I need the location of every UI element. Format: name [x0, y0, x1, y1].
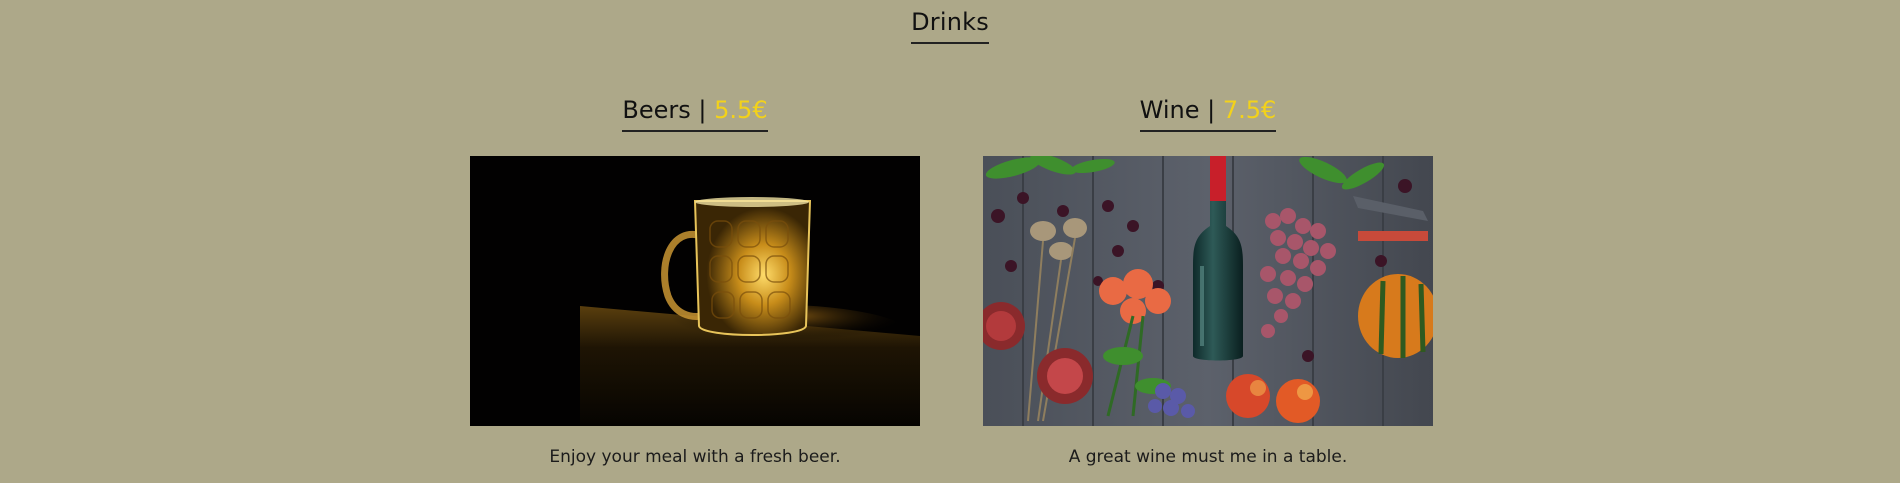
card-title-wrap: Wine | 7.5€: [1139, 96, 1277, 132]
item-price: 5.5€: [714, 96, 768, 124]
card-heading: Beers | 5.5€: [470, 96, 920, 136]
title-separator: |: [1207, 96, 1216, 124]
beer-mug-photo: [470, 156, 920, 426]
section-title: Drinks: [911, 8, 989, 44]
menu-card-beers: Beers | 5.5€ Enjoy your meal with a fres…: [470, 96, 920, 467]
menu-card-wine: Wine | 7.5€ A great wine must me in a ta…: [983, 96, 1433, 467]
card-title-wrap: Beers | 5.5€: [622, 96, 768, 132]
item-name: Wine: [1139, 96, 1200, 124]
item-description: A great wine must me in a table.: [1068, 447, 1348, 467]
item-name: Beers: [622, 96, 691, 124]
wine-bottle-icon: [983, 156, 1433, 426]
item-description: Enjoy your meal with a fresh beer.: [549, 447, 841, 467]
section-header: Drinks: [0, 8, 1900, 44]
title-separator: |: [698, 96, 707, 124]
wine-bottle-photo: [983, 156, 1433, 426]
card-heading: Wine | 7.5€: [983, 96, 1433, 136]
item-price: 7.5€: [1222, 96, 1277, 124]
beer-mug-icon: [470, 156, 920, 426]
